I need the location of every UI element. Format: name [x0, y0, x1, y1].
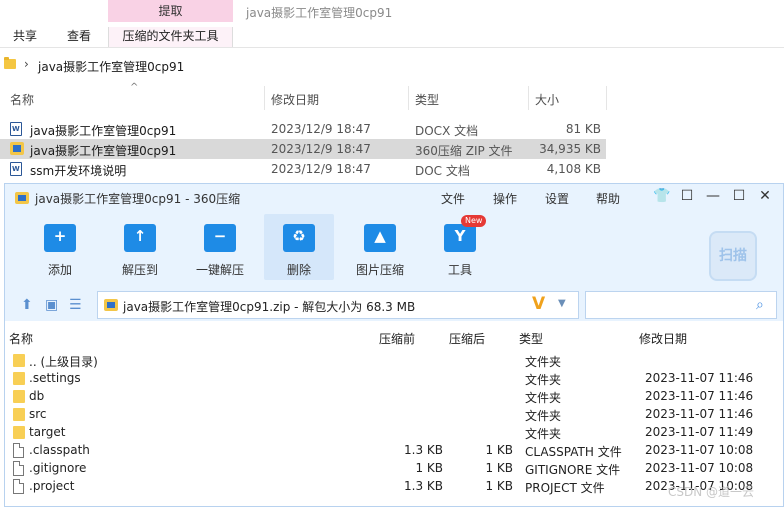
column-name[interactable]: 名称 [9, 330, 33, 347]
column-name[interactable]: 名称 [10, 91, 34, 108]
column-modified[interactable]: 修改日期 [271, 91, 319, 108]
folder-icon [13, 408, 25, 421]
zip-column-header: 名称 压缩前 压缩后 类型 修改日期 [5, 330, 783, 346]
v-logo-icon[interactable]: V [532, 294, 545, 314]
menu-file[interactable]: 文件 [441, 190, 465, 207]
zip-icon [10, 142, 24, 155]
tab-compressed-folder-tools[interactable]: 压缩的文件夹工具 [108, 27, 233, 47]
tab-view[interactable]: 查看 [67, 27, 91, 47]
zip-window-header: java摄影工作室管理0cp91 - 360压缩 文件 操作 设置 帮助 👕 ☐… [5, 184, 783, 321]
close-icon[interactable]: ✕ [757, 188, 773, 204]
file-modified: 2023/12/9 18:47 [271, 162, 371, 176]
archive-row[interactable]: target 文件夹 2023-11-07 11:49 [5, 424, 783, 442]
add-icon: + [44, 224, 76, 252]
zip-window: java摄影工作室管理0cp91 - 360压缩 文件 操作 设置 帮助 👕 ☐… [4, 183, 784, 507]
app-logo-icon [15, 192, 29, 204]
menu-help[interactable]: 帮助 [596, 190, 620, 207]
chevron-right-icon[interactable]: › [24, 57, 29, 71]
file-icon [13, 479, 24, 494]
zip-window-title: java摄影工作室管理0cp91 - 360压缩 [35, 192, 241, 206]
file-row-selected[interactable]: java摄影工作室管理0cp91 2023/12/9 18:47 360压缩 Z… [0, 139, 606, 159]
archive-row[interactable]: db 文件夹 2023-11-07 11:46 [5, 388, 783, 406]
one-click-extract-button[interactable]: − 一键解压 [185, 214, 255, 280]
extract-icon: ↑ [124, 224, 156, 252]
file-modified: 2023/12/9 18:47 [271, 122, 371, 136]
address-path[interactable]: java摄影工作室管理0cp91 [38, 58, 184, 75]
folder-icon [13, 354, 25, 367]
file-icon [13, 461, 24, 476]
zip-nav-bar: ⬆ ▣ ☰ java摄影工作室管理0cp91.zip - 解包大小为 68.3 … [5, 287, 783, 321]
add-button[interactable]: + 添加 [25, 214, 95, 280]
delete-button[interactable]: ♻ 删除 [264, 214, 334, 280]
folder-icon [13, 372, 25, 385]
one-click-extract-icon: − [204, 224, 236, 252]
menu-settings[interactable]: 设置 [545, 190, 569, 207]
file-row[interactable]: W ssm开发环境说明 2023/12/9 18:47 DOC 文档 4,108… [0, 159, 606, 179]
file-icon [13, 443, 24, 458]
column-modified[interactable]: 修改日期 [639, 330, 687, 347]
column-type[interactable]: 类型 [519, 330, 543, 347]
file-name: java摄影工作室管理0cp91 [30, 124, 177, 138]
image-compress-icon: ▲ [364, 224, 396, 252]
file-name: ssm开发环境说明 [30, 164, 127, 178]
file-size: 4,108 KB [546, 162, 601, 176]
file-size: 34,935 KB [539, 142, 601, 156]
archive-row-parent[interactable]: .. (上级目录) 文件夹 [5, 352, 783, 370]
column-divider[interactable] [408, 86, 409, 110]
word-doc-icon: W [10, 122, 22, 136]
skin-icon[interactable]: 👕 [653, 188, 670, 204]
scan-button[interactable]: 扫描 [709, 231, 757, 281]
archive-row[interactable]: .classpath 1.3 KB 1 KB CLASSPATH 文件 2023… [5, 442, 783, 460]
sort-up-icon: ^ [130, 82, 139, 93]
file-type: DOC 文档 [415, 164, 470, 178]
archive-row[interactable]: src 文件夹 2023-11-07 11:46 [5, 406, 783, 424]
thumbnail-view-icon[interactable]: ▣ [45, 297, 58, 313]
search-input[interactable]: ⌕ [585, 291, 777, 319]
folder-icon [4, 57, 16, 69]
folder-icon [13, 390, 25, 403]
recycle-icon: ♻ [283, 224, 315, 252]
file-row[interactable]: W java摄影工作室管理0cp91 2023/12/9 18:47 DOCX … [0, 119, 606, 139]
column-divider[interactable] [528, 86, 529, 110]
folder-icon [13, 426, 25, 439]
column-size[interactable]: 大小 [535, 91, 559, 108]
archive-row[interactable]: .project 1.3 KB 1 KB PROJECT 文件 2023-11-… [5, 478, 783, 496]
search-icon[interactable]: ⌕ [756, 297, 764, 313]
watermark: CSDN @道一云 [668, 485, 755, 499]
file-name: java摄影工作室管理0cp91 [30, 144, 177, 158]
address-bar[interactable]: › java摄影工作室管理0cp91 [0, 55, 784, 77]
image-compress-button[interactable]: ▲ 图片压缩 [345, 214, 415, 280]
file-size: 81 KB [565, 122, 601, 136]
column-type[interactable]: 类型 [415, 91, 439, 108]
archive-row[interactable]: .settings 文件夹 2023-11-07 11:46 [5, 370, 783, 388]
extract-to-button[interactable]: ↑ 解压到 [105, 214, 175, 280]
column-divider[interactable] [606, 86, 607, 110]
chevron-down-icon[interactable]: ▼ [558, 298, 566, 309]
explorer-window-title: java摄影工作室管理0cp91 [246, 6, 393, 20]
explorer-column-header: ^ 名称 修改日期 类型 大小 [0, 82, 784, 112]
context-tab-header[interactable]: 提取 [108, 0, 233, 22]
minimize-icon[interactable]: — [705, 188, 721, 204]
zip-path-text: java摄影工作室管理0cp91.zip - 解包大小为 68.3 MB [123, 300, 416, 314]
column-divider[interactable] [264, 86, 265, 110]
list-view-icon[interactable]: ☰ [69, 297, 82, 313]
file-type: DOCX 文档 [415, 124, 479, 138]
file-modified: 2023/12/9 18:47 [271, 142, 371, 156]
message-icon[interactable]: ☐ [679, 188, 695, 204]
tab-share[interactable]: 共享 [13, 27, 37, 47]
menu-operation[interactable]: 操作 [493, 190, 517, 207]
tools-icon: Y [444, 224, 476, 252]
zip-icon [104, 299, 118, 311]
column-after[interactable]: 压缩后 [449, 330, 485, 347]
explorer-ribbon: 提取 java摄影工作室管理0cp91 共享 查看 压缩的文件夹工具 [0, 0, 784, 48]
maximize-icon[interactable]: ☐ [731, 188, 747, 204]
zip-path-field[interactable]: java摄影工作室管理0cp91.zip - 解包大小为 68.3 MB V ▼ [97, 291, 579, 319]
up-arrow-icon[interactable]: ⬆ [21, 297, 33, 313]
new-badge: New [461, 215, 487, 227]
column-before[interactable]: 压缩前 [379, 330, 415, 347]
archive-row[interactable]: .gitignore 1 KB 1 KB GITIGNORE 文件 2023-1… [5, 460, 783, 478]
word-doc-icon: W [10, 162, 22, 176]
file-type: 360压缩 ZIP 文件 [415, 144, 513, 158]
